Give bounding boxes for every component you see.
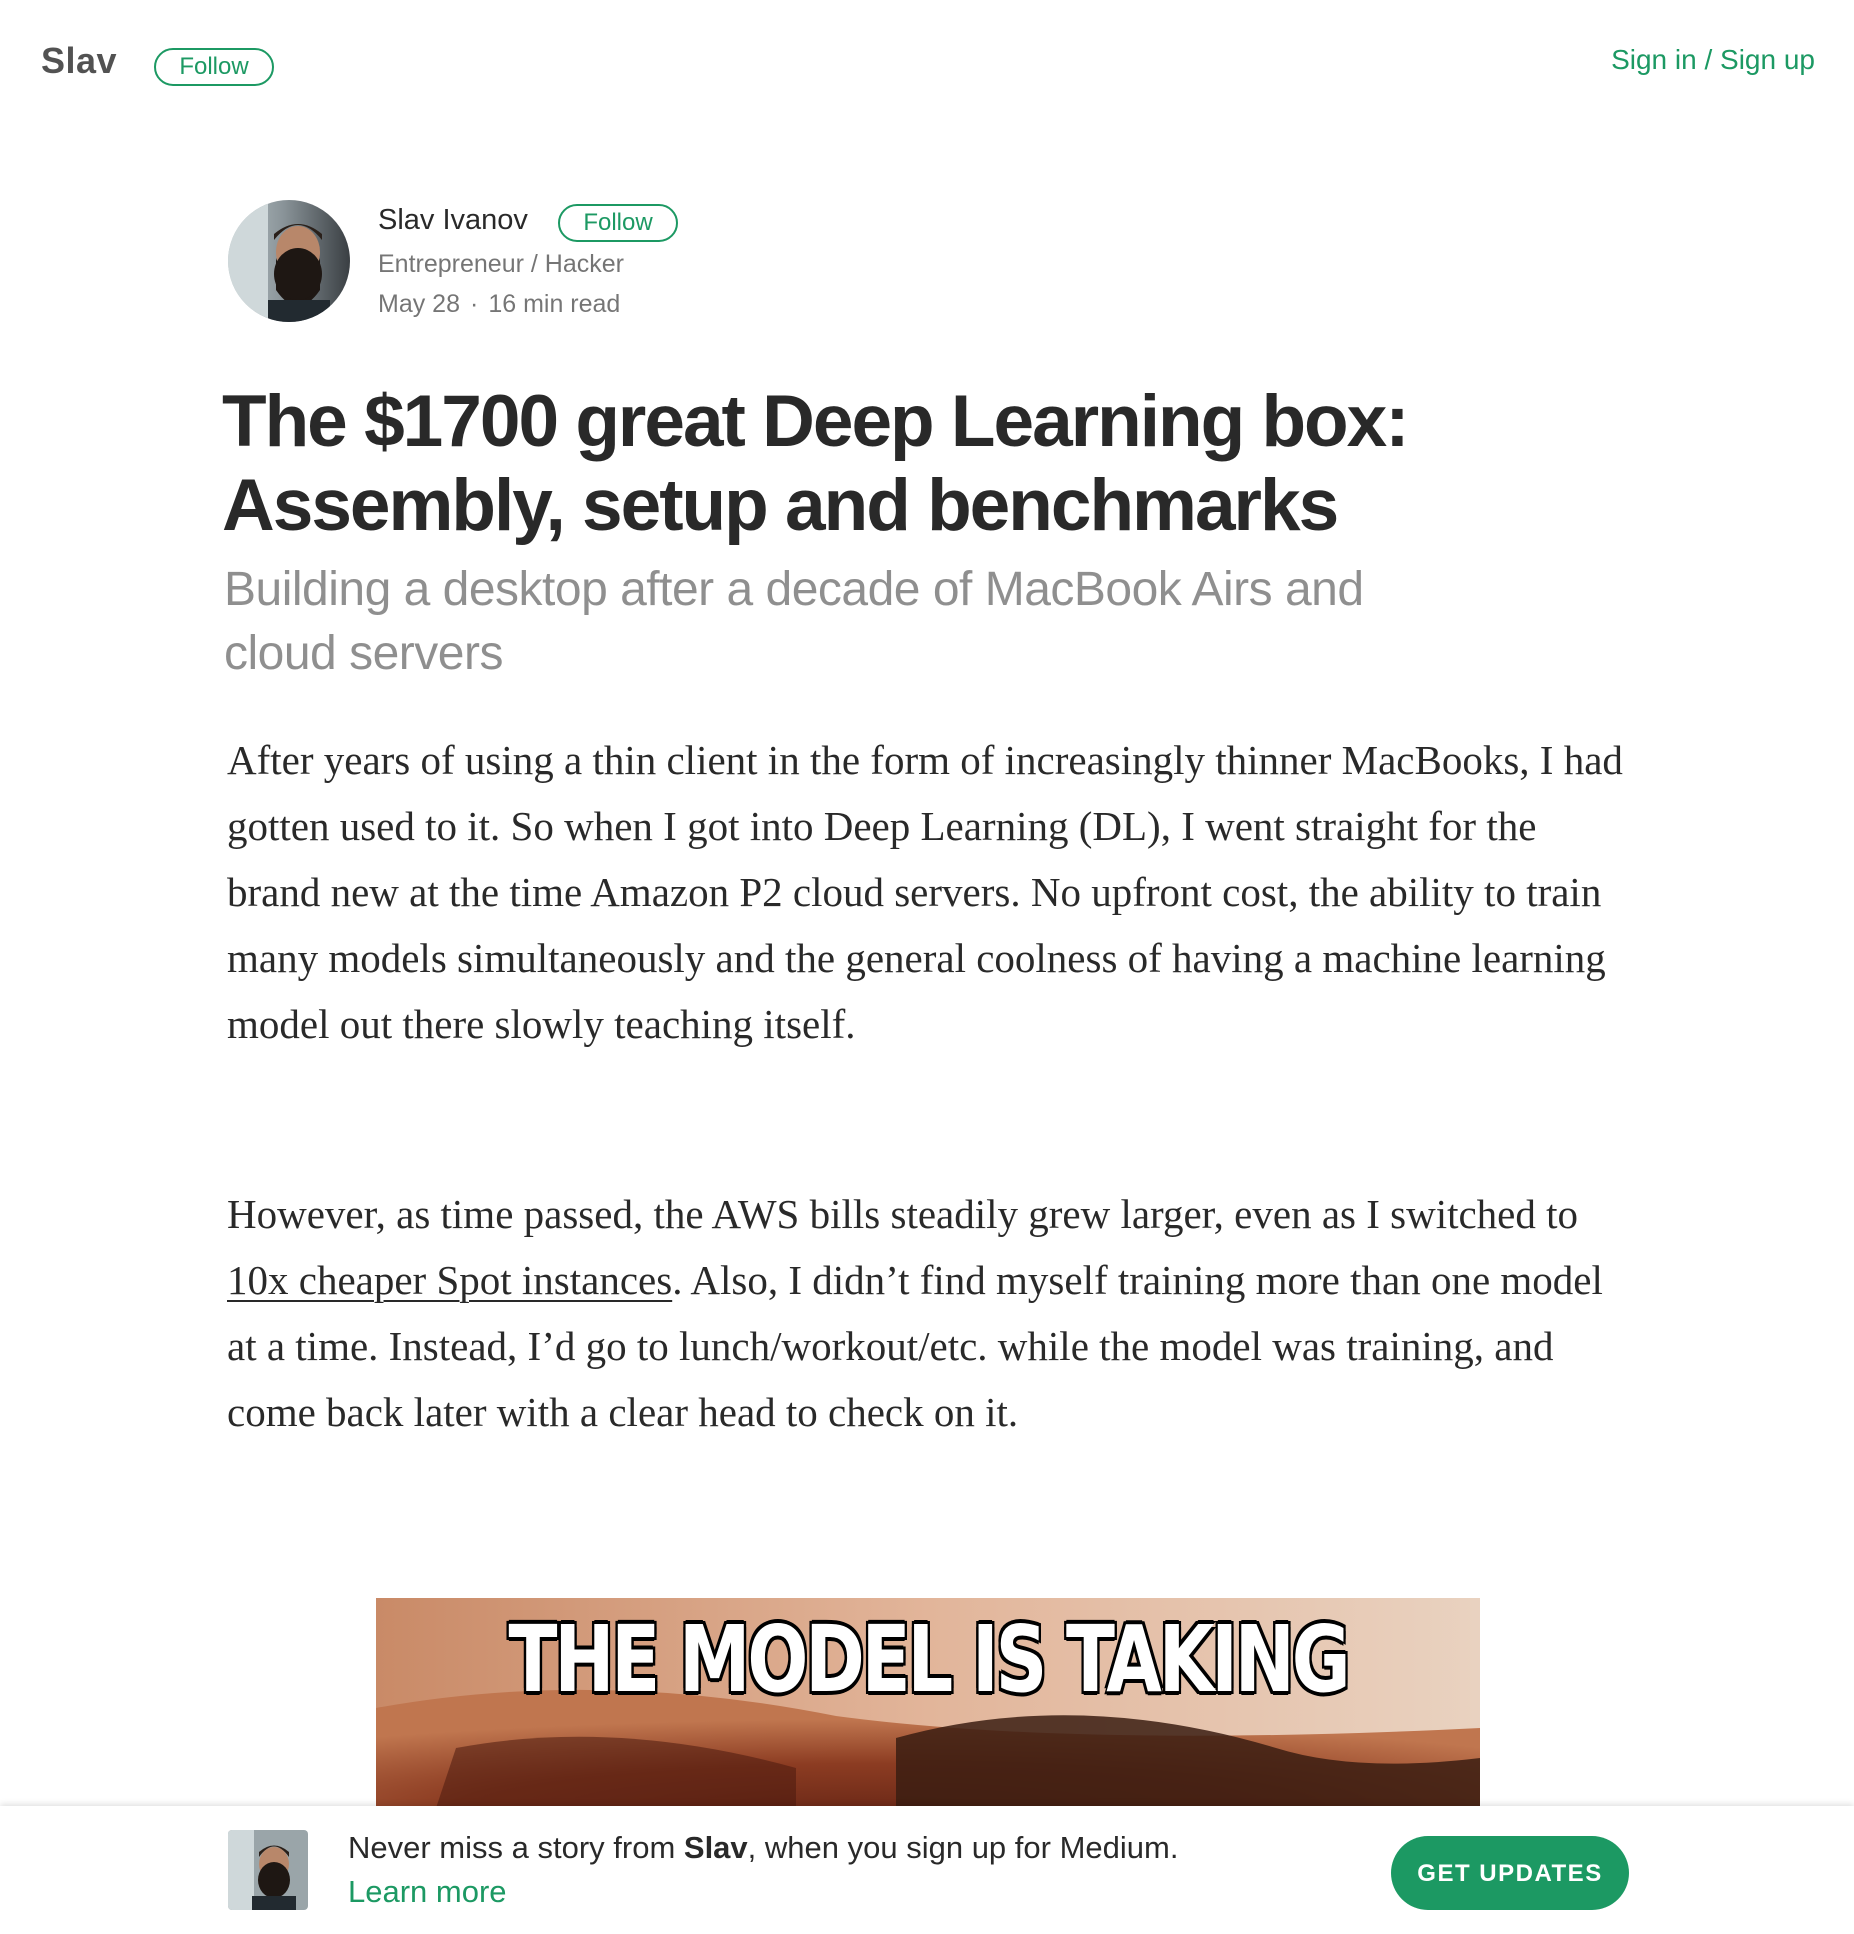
article-title: The $1700 great Deep Learning box: Assem… [222, 381, 1410, 546]
paragraph-2-before-link: However, as time passed, the AWS bills s… [227, 1191, 1579, 1237]
banner-message-prefix: Never miss a story from [348, 1830, 684, 1865]
learn-more-link[interactable]: Learn more [348, 1874, 507, 1910]
banner-message-suffix: , when you sign up for Medium. [747, 1830, 1179, 1865]
banner-message: Never miss a story from Slav, when you s… [348, 1830, 1178, 1866]
signup-banner: Never miss a story from Slav, when you s… [0, 1806, 1854, 1934]
post-meta: May 28 · 16 min read [378, 290, 620, 319]
article-image: THE MODEL IS TAKING [376, 1598, 1480, 1808]
banner-author-name: Slav [683, 1830, 748, 1865]
spot-instances-link[interactable]: 10x cheaper Spot instances [227, 1257, 672, 1303]
get-updates-button[interactable]: GET UPDATES [1391, 1836, 1629, 1910]
author-bio: Entrepreneur / Hacker [378, 250, 624, 278]
meta-separator: · [469, 290, 479, 318]
author-photo-icon [228, 200, 350, 322]
article-paragraph-2: However, as time passed, the AWS bills s… [227, 1181, 1627, 1445]
article-paragraph-1: After years of using a thin client in th… [227, 737, 1623, 1047]
article-subtitle: Building a desktop after a decade of Mac… [224, 563, 1364, 680]
post-date: May 28 [378, 290, 460, 318]
site-header: Slav Follow Sign in / Sign up [0, 0, 1854, 130]
author-photo-icon [228, 1830, 308, 1910]
publication-follow-button[interactable]: Follow [154, 48, 274, 86]
signin-signup-link[interactable]: Sign in / Sign up [1611, 44, 1815, 76]
publication-name[interactable]: Slav [41, 40, 117, 82]
author-avatar[interactable] [228, 200, 350, 322]
author-name[interactable]: Slav Ivanov [378, 204, 528, 237]
banner-author-avatar [228, 1830, 308, 1910]
meme-caption: THE MODEL IS TAKING [508, 1606, 1351, 1713]
read-time: 16 min read [488, 290, 621, 318]
author-follow-button[interactable]: Follow [558, 204, 678, 242]
